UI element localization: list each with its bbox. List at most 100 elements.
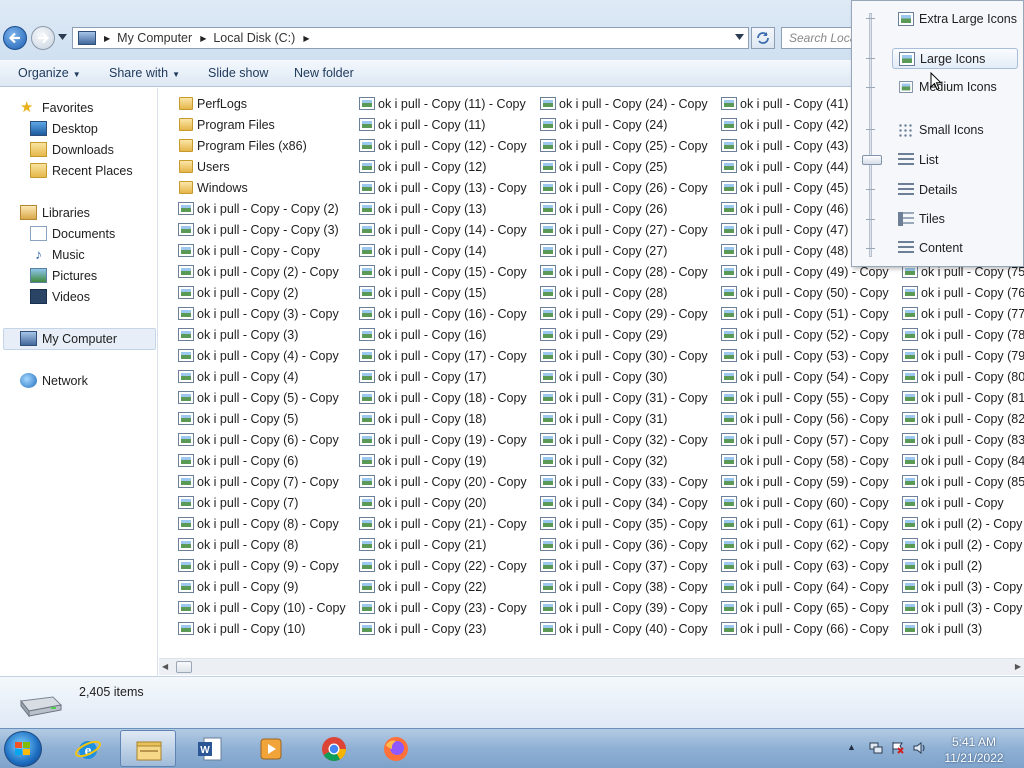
search-input[interactable]: Search Loca: [781, 27, 853, 49]
file-item[interactable]: ok i pull - Copy (31): [540, 408, 721, 429]
file-item[interactable]: ok i pull - Copy (26) - Copy: [540, 177, 721, 198]
view-large-icons[interactable]: Large Icons: [892, 48, 1018, 69]
file-item[interactable]: ok i pull - Copy (83): [902, 429, 1024, 450]
file-item[interactable]: ok i pull - Copy (25): [540, 156, 721, 177]
taskbar-windows-explorer[interactable]: [120, 730, 176, 767]
file-item[interactable]: ok i pull - Copy (5) - Copy: [178, 387, 359, 408]
file-item[interactable]: ok i pull - Copy (30) - Copy: [540, 345, 721, 366]
file-item[interactable]: ok i pull - Copy (10): [178, 618, 359, 639]
nav-pictures[interactable]: Pictures: [30, 265, 97, 286]
file-item[interactable]: ok i pull (2) - Copy: [902, 534, 1024, 555]
file-item[interactable]: ok i pull - Copy (64) - Copy: [721, 576, 902, 597]
file-item[interactable]: ok i pull - Copy (60) - Copy: [721, 492, 902, 513]
file-item[interactable]: ok i pull - Copy (80): [902, 366, 1024, 387]
breadcrumb-local-disk[interactable]: Local Disk (C:): [213, 31, 295, 45]
breadcrumb-separator-icon[interactable]: ▶: [200, 34, 206, 43]
file-item[interactable]: ok i pull - Copy (23): [359, 618, 540, 639]
file-item[interactable]: ok i pull - Copy (21): [359, 534, 540, 555]
taskbar-word[interactable]: W: [182, 730, 238, 767]
nav-desktop[interactable]: Desktop: [30, 118, 98, 139]
file-item[interactable]: ok i pull - Copy (20) - Copy: [359, 471, 540, 492]
file-item[interactable]: ok i pull - Copy (9): [178, 576, 359, 597]
file-item[interactable]: ok i pull - Copy (17) - Copy: [359, 345, 540, 366]
file-item[interactable]: ok i pull - Copy (56) - Copy: [721, 408, 902, 429]
view-extra-large-icons[interactable]: Extra Large Icons: [892, 8, 1018, 29]
file-item[interactable]: ok i pull - Copy (14): [359, 240, 540, 261]
taskbar-internet-explorer[interactable]: e: [60, 730, 116, 767]
file-item[interactable]: ok i pull - Copy (36) - Copy: [540, 534, 721, 555]
horizontal-scrollbar[interactable]: ◀ ▶: [159, 658, 1024, 675]
file-item[interactable]: ok i pull - Copy (29) - Copy: [540, 303, 721, 324]
file-item[interactable]: ok i pull - Copy (32): [540, 450, 721, 471]
clock[interactable]: 5:41 AM 11/21/2022: [935, 734, 1013, 766]
file-item[interactable]: ok i pull - Copy (15) - Copy: [359, 261, 540, 282]
file-item[interactable]: ok i pull - Copy (85): [902, 471, 1024, 492]
file-item[interactable]: ok i pull - Copy (16) - Copy: [359, 303, 540, 324]
recent-pages-dropdown-icon[interactable]: [58, 34, 67, 40]
file-item[interactable]: Program Files: [178, 114, 359, 135]
file-item[interactable]: ok i pull - Copy (21) - Copy: [359, 513, 540, 534]
file-item[interactable]: ok i pull - Copy (15): [359, 282, 540, 303]
nav-videos[interactable]: Videos: [30, 286, 90, 307]
file-item[interactable]: ok i pull - Copy (82): [902, 408, 1024, 429]
file-item[interactable]: ok i pull - Copy (32) - Copy: [540, 429, 721, 450]
file-item[interactable]: ok i pull - Copy (53) - Copy: [721, 345, 902, 366]
refresh-button[interactable]: [751, 27, 775, 49]
file-item[interactable]: ok i pull - Copy (16): [359, 324, 540, 345]
file-item[interactable]: ok i pull - Copy (35) - Copy: [540, 513, 721, 534]
file-item[interactable]: ok i pull - Copy (19): [359, 450, 540, 471]
file-item[interactable]: ok i pull - Copy (62) - Copy: [721, 534, 902, 555]
file-item[interactable]: ok i pull - Copy (33) - Copy: [540, 471, 721, 492]
file-item[interactable]: ok i pull - Copy - Copy (2): [178, 198, 359, 219]
view-small-icons[interactable]: Small Icons: [892, 119, 1018, 140]
nav-network[interactable]: Network: [20, 370, 88, 391]
address-dropdown-icon[interactable]: [735, 34, 744, 40]
taskbar-firefox[interactable]: [368, 730, 424, 767]
file-item[interactable]: ok i pull - Copy (28) - Copy: [540, 261, 721, 282]
file-item[interactable]: ok i pull - Copy (66) - Copy: [721, 618, 902, 639]
file-item[interactable]: ok i pull - Copy (40) - Copy: [540, 618, 721, 639]
file-item[interactable]: ok i pull - Copy (52) - Copy: [721, 324, 902, 345]
view-slider-track[interactable]: [869, 13, 872, 257]
file-item[interactable]: ok i pull (3) - Copy -: [902, 576, 1024, 597]
file-item[interactable]: ok i pull - Copy (11) - Copy: [359, 93, 540, 114]
file-item[interactable]: ok i pull - Copy (31) - Copy: [540, 387, 721, 408]
view-medium-icons[interactable]: Medium Icons: [892, 76, 1018, 97]
file-item[interactable]: ok i pull - Copy (3): [178, 324, 359, 345]
file-item[interactable]: ok i pull - Copy (14) - Copy: [359, 219, 540, 240]
nav-my-computer[interactable]: My Computer: [20, 328, 117, 349]
breadcrumb-separator-icon[interactable]: ▶: [303, 34, 309, 43]
file-item[interactable]: Users: [178, 156, 359, 177]
file-item[interactable]: ok i pull (2): [902, 555, 1024, 576]
file-item[interactable]: ok i pull - Copy (24) - Copy: [540, 93, 721, 114]
file-item[interactable]: ok i pull - Copy (84): [902, 450, 1024, 471]
file-item[interactable]: ok i pull - Copy (22) - Copy: [359, 555, 540, 576]
file-item[interactable]: ok i pull - Copy (63) - Copy: [721, 555, 902, 576]
file-item[interactable]: ok i pull - Copy (51) - Copy: [721, 303, 902, 324]
file-item[interactable]: ok i pull - Copy (59) - Copy: [721, 471, 902, 492]
file-item[interactable]: ok i pull - Copy (20): [359, 492, 540, 513]
file-item[interactable]: ok i pull - Copy (39) - Copy: [540, 597, 721, 618]
file-item[interactable]: ok i pull - Copy (17): [359, 366, 540, 387]
file-item[interactable]: ok i pull - Copy - Copy (3): [178, 219, 359, 240]
file-item[interactable]: ok i pull - Copy (11): [359, 114, 540, 135]
file-item[interactable]: ok i pull - Copy (12) - Copy: [359, 135, 540, 156]
file-item[interactable]: ok i pull - Copy (30): [540, 366, 721, 387]
file-item[interactable]: ok i pull - Copy (57) - Copy: [721, 429, 902, 450]
organize-menu-button[interactable]: Organize ▼: [18, 66, 81, 80]
view-slider-thumb[interactable]: [862, 155, 882, 165]
file-item[interactable]: ok i pull - Copy (58) - Copy: [721, 450, 902, 471]
file-item[interactable]: ok i pull - Copy (6): [178, 450, 359, 471]
file-item[interactable]: ok i pull - Copy (2): [178, 282, 359, 303]
breadcrumb-my-computer[interactable]: My Computer: [117, 31, 192, 45]
nav-downloads[interactable]: Downloads: [30, 139, 114, 160]
file-item[interactable]: ok i pull - Copy: [902, 492, 1024, 513]
file-item[interactable]: ok i pull - Copy (12): [359, 156, 540, 177]
file-item[interactable]: ok i pull - Copy (2) - Copy: [178, 261, 359, 282]
address-box[interactable]: ▶ My Computer ▶ Local Disk (C:) ▶: [72, 27, 749, 49]
view-tiles[interactable]: Tiles: [892, 208, 1018, 229]
show-hidden-icons-icon[interactable]: ▲: [847, 742, 856, 752]
file-item[interactable]: ok i pull - Copy (19) - Copy: [359, 429, 540, 450]
file-item[interactable]: ok i pull - Copy (26): [540, 198, 721, 219]
file-item[interactable]: ok i pull - Copy (8) - Copy: [178, 513, 359, 534]
